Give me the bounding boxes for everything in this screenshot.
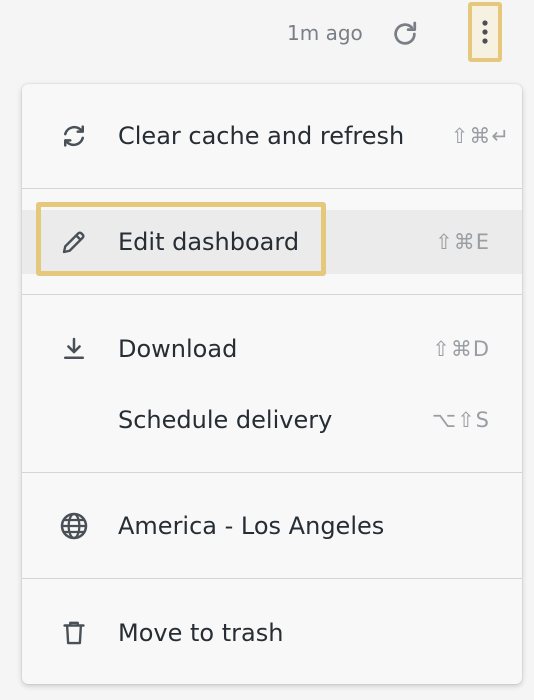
menu-item-edit-dashboard[interactable]: Edit dashboard ⇧⌘E: [22, 210, 522, 274]
download-icon: [58, 333, 90, 365]
menu-divider: [22, 294, 522, 295]
menu-item-timezone[interactable]: America - Los Angeles: [22, 494, 522, 558]
more-options-button[interactable]: [468, 2, 502, 62]
menu-item-label: Edit dashboard: [118, 228, 300, 256]
refresh-icon: [394, 21, 417, 45]
menu-item-download[interactable]: Download ⇧⌘D: [22, 317, 522, 381]
menu-divider: [22, 472, 522, 473]
pencil-icon: [58, 226, 90, 258]
menu-item-schedule-delivery[interactable]: Schedule delivery ⌥⇧S: [22, 388, 522, 452]
menu-item-label: Schedule delivery: [118, 406, 333, 434]
keyboard-shortcut: ⇧⌘↵: [450, 124, 510, 148]
keyboard-shortcut: ⌥⇧S: [431, 408, 490, 432]
last-updated-text: 1m ago: [287, 21, 363, 45]
keyboard-shortcut: ⇧⌘E: [435, 230, 490, 254]
dashboard-header: 1m ago: [0, 0, 534, 70]
menu-item-move-to-trash[interactable]: Move to trash: [22, 601, 522, 665]
menu-item-label: Download: [118, 335, 238, 363]
menu-divider: [22, 188, 522, 189]
dashboard-actions-menu: Clear cache and refresh ⇧⌘↵ Edit dashboa…: [22, 84, 522, 684]
menu-item-label: America - Los Angeles: [118, 512, 385, 540]
trash-icon: [58, 617, 90, 649]
menu-item-label: Move to trash: [118, 619, 284, 647]
refresh-button[interactable]: [388, 17, 422, 51]
globe-icon: [58, 510, 90, 542]
menu-item-clear-cache[interactable]: Clear cache and refresh ⇧⌘↵: [22, 104, 522, 168]
menu-item-label: Clear cache and refresh: [118, 122, 405, 150]
menu-divider: [22, 578, 522, 579]
sync-icon: [58, 120, 90, 152]
keyboard-shortcut: ⇧⌘D: [432, 337, 490, 361]
more-vertical-icon: [482, 20, 488, 44]
